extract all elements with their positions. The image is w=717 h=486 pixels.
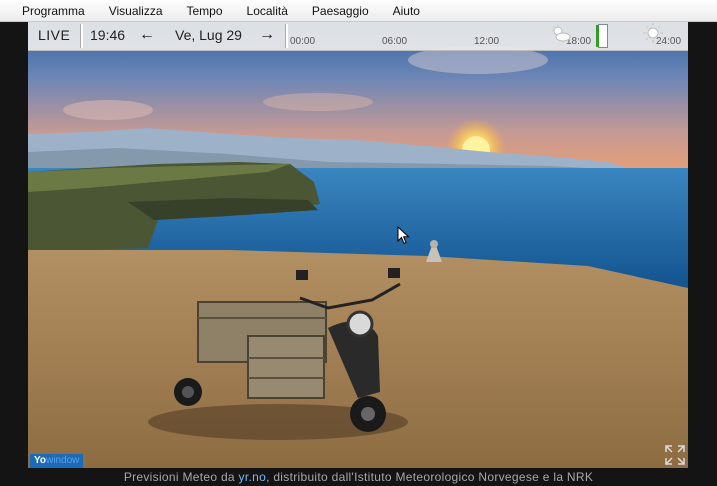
current-date: Ve, Lug 29 bbox=[175, 27, 242, 43]
timeline-tick: 00:00 bbox=[290, 36, 316, 47]
landscape-scene bbox=[28, 22, 688, 468]
arrow-left-icon[interactable]: ← bbox=[139, 26, 155, 44]
yr-link[interactable]: yr.no bbox=[239, 470, 267, 484]
arrow-right-icon[interactable]: → bbox=[259, 26, 275, 44]
separator bbox=[285, 24, 288, 48]
logo-rest: window bbox=[46, 455, 80, 466]
footer-credit: Previsioni Meteo da yr.no, distribuito d… bbox=[0, 468, 717, 486]
fullscreen-icon[interactable] bbox=[664, 444, 686, 466]
sun-icon bbox=[643, 23, 663, 43]
menu-bar: Programma Visualizza Tempo Località Paes… bbox=[0, 0, 717, 22]
menu-paesaggio[interactable]: Paesaggio bbox=[300, 0, 381, 22]
partly-cloudy-icon bbox=[552, 24, 571, 42]
logo-prefix: Yo bbox=[34, 455, 47, 466]
timeline-current-marker[interactable] bbox=[596, 24, 608, 48]
footer-text-before: Previsioni Meteo da bbox=[123, 470, 239, 484]
timeline-tick: 12:00 bbox=[474, 36, 500, 47]
mouse-cursor-icon bbox=[397, 226, 410, 245]
timeline-toolbar: LIVE 19:46 ← Ve, Lug 29 → 00:00 06:00 12… bbox=[28, 22, 688, 51]
menu-visualizza[interactable]: Visualizza bbox=[97, 0, 175, 22]
menu-programma[interactable]: Programma bbox=[0, 0, 97, 22]
yowindow-logo[interactable]: Yowindow bbox=[30, 454, 84, 468]
menu-tempo[interactable]: Tempo bbox=[175, 0, 235, 22]
timeline-tick: 06:00 bbox=[382, 36, 408, 47]
current-time: 19:46 bbox=[90, 27, 126, 43]
menu-aiuto[interactable]: Aiuto bbox=[381, 0, 432, 22]
footer-text-after: , distribuito dall'Istituto Meteorologic… bbox=[266, 470, 594, 484]
live-label[interactable]: LIVE bbox=[38, 27, 70, 43]
separator bbox=[80, 24, 83, 48]
menu-localita[interactable]: Località bbox=[235, 0, 300, 22]
